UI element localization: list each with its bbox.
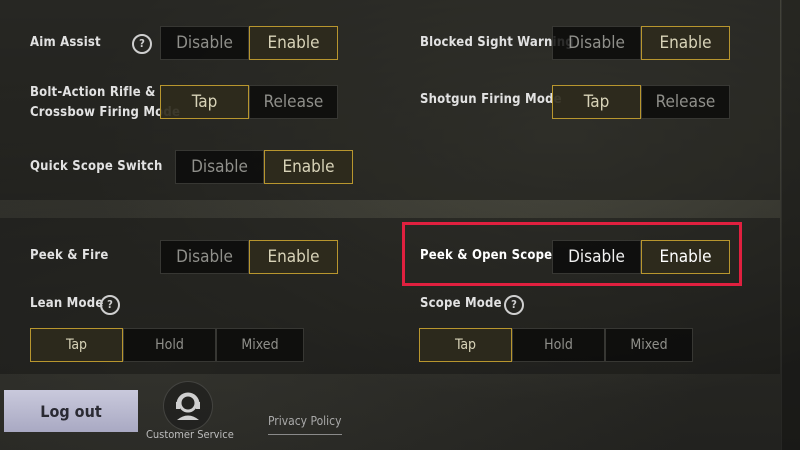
quick-scope-disable-option[interactable]: Disable bbox=[175, 150, 264, 184]
aim-assist-disable-option[interactable]: Disable bbox=[160, 26, 249, 60]
peek-open-scope-toggle: Disable Enable bbox=[552, 240, 730, 274]
customer-service-button[interactable] bbox=[163, 381, 213, 431]
quick-scope-switch-label: Quick Scope Switch bbox=[30, 159, 163, 174]
blocked-sight-warning-toggle: Disable Enable bbox=[552, 26, 730, 60]
lean-mode-hold-option[interactable]: Hold bbox=[123, 328, 216, 362]
lean-mode-help-icon[interactable]: ? bbox=[100, 295, 120, 315]
peek-open-scope-enable-option[interactable]: Enable bbox=[641, 240, 730, 274]
bolt-action-label-line2: Crossbow Firing Mode bbox=[30, 105, 181, 120]
scope-mode-mixed-option[interactable]: Mixed bbox=[605, 328, 693, 362]
aim-assist-toggle: Disable Enable bbox=[160, 26, 338, 60]
shotgun-firing-mode-label: Shotgun Firing Mode bbox=[420, 92, 562, 107]
lean-mode-tap-option[interactable]: Tap bbox=[30, 328, 123, 362]
aim-assist-help-icon[interactable]: ? bbox=[132, 34, 152, 54]
scope-mode-help-icon[interactable]: ? bbox=[504, 295, 524, 315]
scope-mode-tap-option[interactable]: Tap bbox=[419, 328, 512, 362]
scope-mode-hold-option[interactable]: Hold bbox=[512, 328, 605, 362]
quick-scope-enable-option[interactable]: Enable bbox=[264, 150, 353, 184]
peek-open-scope-label: Peek & Open Scope bbox=[420, 248, 553, 263]
bolt-action-release-option[interactable]: Release bbox=[249, 85, 338, 119]
shotgun-firing-mode-toggle: Tap Release bbox=[552, 85, 730, 119]
peek-fire-enable-option[interactable]: Enable bbox=[249, 240, 338, 274]
logout-button[interactable]: Log out bbox=[4, 390, 138, 432]
scope-mode-label: Scope Mode bbox=[420, 296, 502, 311]
blocked-sight-warning-label: Blocked Sight Warning bbox=[420, 35, 574, 50]
bolt-action-tap-option[interactable]: Tap bbox=[160, 85, 249, 119]
privacy-policy-link[interactable]: Privacy Policy bbox=[268, 414, 342, 435]
customer-service-label: Customer Service bbox=[146, 428, 234, 441]
peek-fire-label: Peek & Fire bbox=[30, 248, 109, 263]
blocked-sight-disable-option[interactable]: Disable bbox=[552, 26, 641, 60]
lean-mode-label: Lean Mode bbox=[30, 296, 104, 311]
headset-agent-icon bbox=[176, 392, 200, 420]
peek-open-scope-disable-option[interactable]: Disable bbox=[552, 240, 641, 274]
shotgun-tap-option[interactable]: Tap bbox=[552, 85, 641, 119]
scrollbar[interactable] bbox=[781, 0, 800, 450]
quick-scope-switch-toggle: Disable Enable bbox=[175, 150, 353, 184]
peek-fire-disable-option[interactable]: Disable bbox=[160, 240, 249, 274]
peek-fire-toggle: Disable Enable bbox=[160, 240, 338, 274]
bolt-action-label-line1: Bolt-Action Rifle & bbox=[30, 85, 156, 100]
shotgun-release-option[interactable]: Release bbox=[641, 85, 730, 119]
lean-mode-mixed-option[interactable]: Mixed bbox=[216, 328, 304, 362]
aim-assist-label: Aim Assist bbox=[30, 35, 101, 50]
aim-assist-enable-option[interactable]: Enable bbox=[249, 26, 338, 60]
blocked-sight-enable-option[interactable]: Enable bbox=[641, 26, 730, 60]
bolt-action-toggle: Tap Release bbox=[160, 85, 338, 119]
scope-mode-selector: Tap Hold Mixed bbox=[419, 328, 693, 362]
lean-mode-selector: Tap Hold Mixed bbox=[30, 328, 304, 362]
